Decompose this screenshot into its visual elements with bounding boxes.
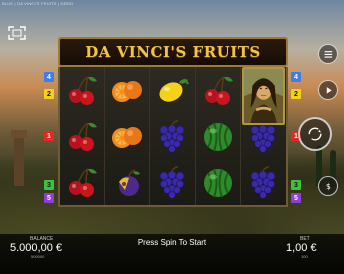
window-title: BLUE | DA VINCI'S FRUITS | DEMO bbox=[2, 1, 74, 6]
autoplay-button[interactable] bbox=[318, 80, 338, 100]
grapes-symbol bbox=[241, 159, 286, 205]
watermelon-symbol bbox=[196, 159, 240, 205]
payline-badge-3: 3 bbox=[291, 180, 301, 190]
reel-3 bbox=[150, 67, 196, 205]
spin-button[interactable] bbox=[298, 117, 332, 151]
balance-credits: 500000 bbox=[31, 254, 45, 259]
payline-badge-1: 1 bbox=[44, 131, 54, 141]
cherry-symbol bbox=[60, 113, 104, 159]
orange-symbol bbox=[105, 67, 149, 113]
reel-4 bbox=[196, 67, 241, 205]
play-icon bbox=[326, 86, 332, 94]
orange-symbol bbox=[105, 113, 149, 159]
reel-2 bbox=[105, 67, 151, 205]
payline-badge-5: 5 bbox=[44, 193, 54, 203]
plum-symbol bbox=[105, 159, 149, 205]
cherry-symbol bbox=[60, 159, 104, 205]
watermelon-symbol bbox=[196, 113, 240, 159]
spin-icon bbox=[308, 127, 322, 141]
bet-value[interactable]: 1,00 € bbox=[286, 242, 317, 254]
reel-1 bbox=[60, 67, 106, 205]
game-title: DA VINCI'S FRUITS bbox=[85, 43, 261, 61]
svg-text:$: $ bbox=[326, 182, 331, 191]
dollar-icon: $ bbox=[326, 182, 331, 191]
reel-grid bbox=[58, 67, 288, 207]
payline-badge-2: 2 bbox=[291, 89, 301, 99]
payline-badge-2: 2 bbox=[44, 89, 54, 99]
payline-badge-4: 4 bbox=[44, 72, 54, 82]
lemon-symbol bbox=[150, 67, 194, 113]
bet-credits: 100 bbox=[301, 254, 308, 259]
grapes-symbol bbox=[150, 159, 194, 205]
payline-badge-4: 4 bbox=[291, 72, 301, 82]
reel-5 bbox=[241, 67, 286, 205]
menu-button[interactable] bbox=[318, 44, 338, 64]
fullscreen-icon bbox=[8, 26, 26, 40]
cherry-symbol bbox=[196, 67, 240, 113]
game-title-plaque: DA VINCI'S FRUITS bbox=[58, 37, 288, 67]
bet-button[interactable]: $ bbox=[318, 176, 338, 196]
fullscreen-button[interactable] bbox=[6, 25, 28, 41]
cherry-symbol bbox=[60, 67, 104, 113]
tower-decoration bbox=[11, 130, 27, 186]
hamburger-icon bbox=[324, 50, 332, 58]
mona-lisa-symbol bbox=[241, 67, 286, 125]
grapes-symbol bbox=[150, 113, 194, 159]
payline-badge-5: 5 bbox=[291, 193, 301, 203]
payline-badge-3: 3 bbox=[44, 180, 54, 190]
mona-lisa-symbol bbox=[241, 67, 285, 125]
